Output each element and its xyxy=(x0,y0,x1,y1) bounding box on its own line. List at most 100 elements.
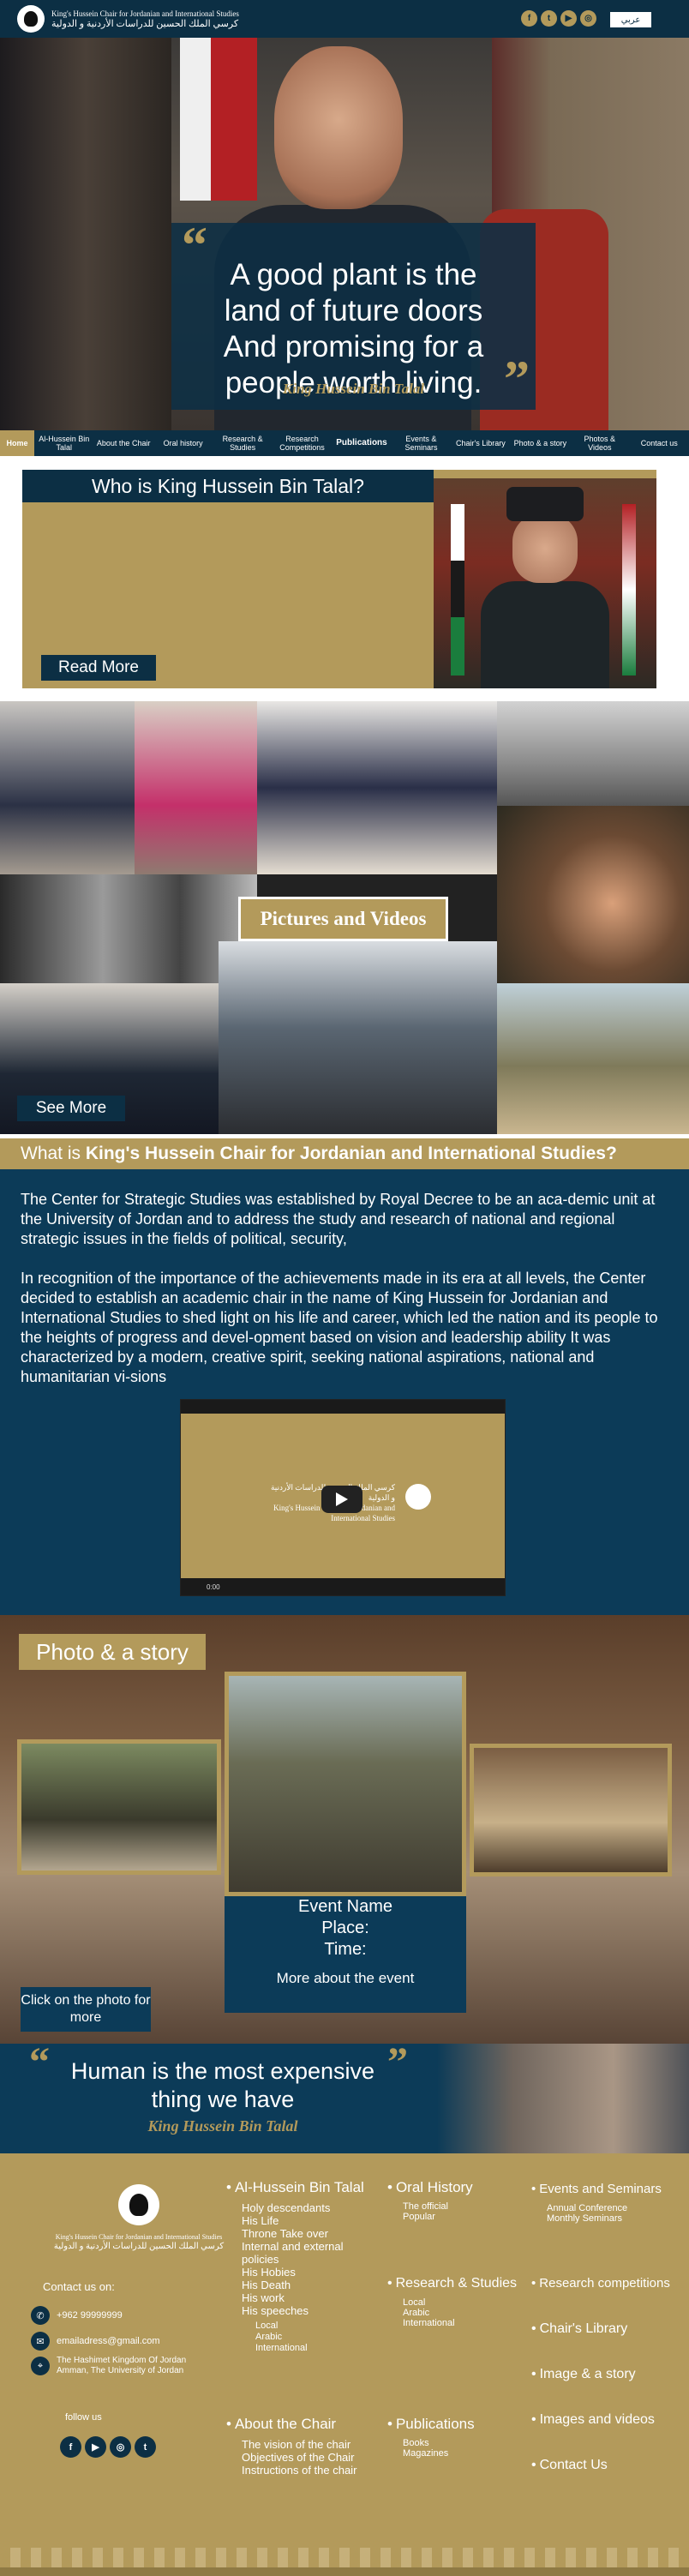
footer-link[interactable]: Local xyxy=(403,2297,533,2308)
footer-logo-icon[interactable] xyxy=(118,2184,159,2225)
uniform xyxy=(481,581,609,688)
footer-heading[interactable]: Chair's Library xyxy=(531,2321,686,2338)
read-more-button[interactable]: Read More xyxy=(41,655,156,681)
nav-about-chair[interactable]: About the Chair xyxy=(93,430,153,456)
nav-photo-story[interactable]: Photo & a story xyxy=(511,430,570,456)
gallery-photo[interactable] xyxy=(497,983,689,1134)
footer-heading[interactable]: Research & Studies xyxy=(387,2275,533,2292)
human-quote-section: “ Human is the most expensive thing we h… xyxy=(0,2039,689,2153)
nav-home[interactable]: Home xyxy=(0,430,34,456)
footer-heading[interactable]: Contact Us xyxy=(531,2457,686,2474)
facebook-icon[interactable]: f xyxy=(521,10,537,27)
footer-link[interactable]: Magazines xyxy=(403,2448,524,2459)
nav-events-seminars[interactable]: Events & Seminars xyxy=(392,430,451,456)
flag-right xyxy=(622,504,636,676)
twitter-icon[interactable]: t xyxy=(541,10,557,27)
gallery-photo[interactable] xyxy=(0,701,135,874)
footer-link[interactable]: policies xyxy=(242,2253,380,2266)
logo-text[interactable]: King's Hussein Chair for Jordanian and I… xyxy=(51,9,239,29)
flag-left xyxy=(451,504,464,676)
hero-quote-box: “ A good plant is the land of future doo… xyxy=(171,217,536,410)
footer-link[interactable]: The official xyxy=(403,2201,524,2212)
twitter-icon[interactable]: t xyxy=(135,2436,156,2458)
footer-speech-sublinks: Local Arabic International xyxy=(226,2321,380,2354)
contact-phone[interactable]: ✆ +962 99999999 xyxy=(31,2306,123,2325)
story-photo-right[interactable] xyxy=(470,1744,672,1876)
footer-heading[interactable]: Events and Seminars xyxy=(531,2181,686,2198)
bottom-strip xyxy=(0,2567,689,2576)
footer-heading[interactable]: Al-Hussein Bin Talal xyxy=(226,2179,380,2196)
story-photo-main[interactable] xyxy=(225,1672,466,1896)
gallery-photo[interactable] xyxy=(497,806,689,983)
footer-col-oral: Oral History The official Popular xyxy=(387,2179,524,2222)
footer-sublinks: The vision of the chair Objectives of th… xyxy=(226,2438,380,2477)
gallery-photo[interactable] xyxy=(257,701,497,874)
footer-link[interactable]: Books xyxy=(403,2438,524,2448)
footer-link[interactable]: His speeches xyxy=(242,2304,380,2317)
follow-label: follow us xyxy=(65,2412,102,2423)
footer-link[interactable]: Local xyxy=(255,2321,380,2332)
footer-link[interactable]: His Hobies xyxy=(242,2266,380,2279)
instagram-icon[interactable]: ◎ xyxy=(110,2436,131,2458)
footer-col-hussein: Al-Hussein Bin Talal Holy descendants Hi… xyxy=(226,2179,380,2354)
language-switch[interactable]: عربي xyxy=(610,12,651,27)
facebook-icon[interactable]: f xyxy=(60,2436,81,2458)
footer-link[interactable]: His Life xyxy=(242,2214,380,2227)
hero-quote: A good plant is the land of future doors… xyxy=(171,257,536,401)
nav-al-hussein[interactable]: Al-Hussein Bin Talal xyxy=(34,430,93,456)
nav-oral-history[interactable]: Oral history xyxy=(153,430,213,456)
logo-icon[interactable] xyxy=(17,5,45,33)
footer-link[interactable]: The vision of the chair xyxy=(242,2438,380,2451)
what-is-title: What is King's Hussein Chair for Jordani… xyxy=(0,1138,689,1169)
footer-link[interactable]: His Death xyxy=(242,2279,380,2291)
nav-publications[interactable]: Publications xyxy=(332,430,391,456)
footer-heading[interactable]: Image & a story xyxy=(531,2366,686,2383)
nav-research-competitions[interactable]: Research Competitions xyxy=(273,430,332,456)
contact-email[interactable]: ✉ emailadress@gmail.com xyxy=(31,2332,160,2351)
logo-text-ar: كرسي الملك الحسين للدراسات الأردنية و ال… xyxy=(51,19,239,29)
event-more-link[interactable]: More about the event xyxy=(225,1967,466,1989)
footer-link[interactable]: Arabic xyxy=(255,2332,380,2343)
footer-link[interactable]: Internal and external xyxy=(242,2240,380,2253)
footer-heading[interactable]: Images and videos xyxy=(531,2411,686,2429)
close-quote-icon: ” xyxy=(387,2039,408,2085)
story-photo-left[interactable] xyxy=(17,1739,221,1875)
face xyxy=(512,514,578,583)
footer-col-research: Research & Studies Local Arabic Internat… xyxy=(387,2275,533,2328)
pictures-videos-label[interactable]: Pictures and Videos xyxy=(238,897,448,941)
video-controls[interactable]: 0:00 xyxy=(181,1578,505,1595)
nav-chairs-library[interactable]: Chair's Library xyxy=(451,430,510,456)
gallery-photo[interactable] xyxy=(219,941,497,1134)
footer-link[interactable]: Instructions of the chair xyxy=(242,2464,380,2477)
gallery-photo[interactable] xyxy=(135,701,257,874)
gallery-photo[interactable] xyxy=(497,701,689,806)
see-more-button[interactable]: See More xyxy=(17,1096,125,1121)
instagram-icon[interactable]: ◎ xyxy=(580,10,596,27)
footer-link[interactable]: Arabic xyxy=(403,2308,533,2318)
footer-link[interactable]: Annual Conference xyxy=(547,2203,686,2213)
footer-link[interactable]: Monthly Seminars xyxy=(547,2213,686,2224)
footer-link[interactable]: International xyxy=(255,2343,380,2354)
footer-logo-ar: كرسي الملك الحسين للدراسات الأردنية و ال… xyxy=(53,2242,225,2251)
youtube-icon[interactable]: ▶ xyxy=(560,10,577,27)
video-player[interactable]: كرسي الملك الحسين للدراسات الأردنية و ال… xyxy=(180,1399,506,1596)
footer-link[interactable]: Throne Take over xyxy=(242,2227,380,2240)
footer-heading[interactable]: Research competitions xyxy=(531,2275,686,2292)
footer-link[interactable]: Popular xyxy=(403,2212,524,2222)
nav-research-studies[interactable]: Research & Studies xyxy=(213,430,272,456)
nav-contact[interactable]: Contact us xyxy=(630,430,689,456)
footer-link[interactable]: International xyxy=(403,2318,533,2328)
event-card[interactable]: Event Name Place: Time: More about the e… xyxy=(225,1896,466,2013)
footer-sublinks: The official Popular xyxy=(387,2201,524,2222)
footer-link[interactable]: His work xyxy=(242,2291,380,2304)
footer-heading[interactable]: Publications xyxy=(387,2416,524,2433)
hero-flag xyxy=(180,38,257,201)
footer-heading[interactable]: About the Chair xyxy=(226,2416,380,2433)
play-icon[interactable] xyxy=(321,1486,362,1513)
footer-link[interactable]: Objectives of the Chair xyxy=(242,2451,380,2464)
footer-heading[interactable]: Oral History xyxy=(387,2179,524,2196)
footer-link[interactable]: Holy descendants xyxy=(242,2201,380,2214)
youtube-icon[interactable]: ▶ xyxy=(85,2436,106,2458)
nav-photos-videos[interactable]: Photos & Videos xyxy=(570,430,629,456)
hero-quote-line: land of future doors xyxy=(224,294,483,327)
